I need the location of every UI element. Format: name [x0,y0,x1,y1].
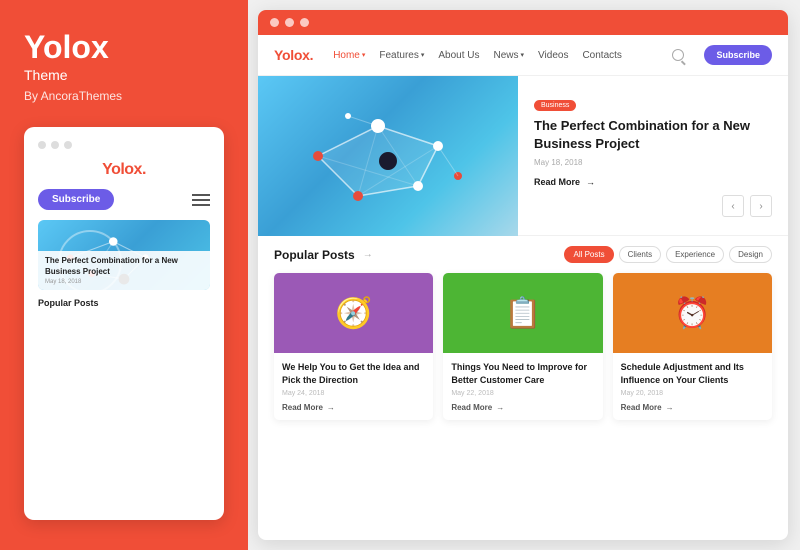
hero-next-arrow[interactable]: › [750,195,772,217]
mobile-subscribe-button[interactable]: Subscribe [38,189,114,210]
brand-name: Yolox [24,30,224,65]
nav-logo: Yolox. [274,47,313,63]
post-card-2: 📋 Things You Need to Improve for Better … [443,273,602,419]
nav-link-features[interactable]: Features ▾ [379,50,424,61]
filter-experience[interactable]: Experience [666,246,724,263]
post-meta-2: May 22, 2018 [451,390,594,397]
chevron-down-icon: ▾ [362,51,366,59]
mobile-popular-label: Popular Posts [38,298,210,308]
brand-subtitle: Theme [24,67,224,83]
popular-title: Popular Posts [274,248,355,262]
clipboard-icon: 📋 [504,296,541,331]
mobile-hero-meta: May 18, 2018 [45,279,203,285]
hero-meta: May 18, 2018 [534,158,772,167]
mobile-logo: Yolox. [38,161,210,179]
search-icon[interactable] [672,49,684,61]
mobile-titlebar-dots [38,141,210,149]
hero-badge: Business [534,100,576,111]
navigation-bar: Yolox. Home ▾ Features ▾ About Us News ▾… [258,35,788,76]
post-title-1: We Help You to Get the Idea and Pick the… [282,361,425,385]
hero-card: Business The Perfect Combination for a N… [518,76,788,236]
right-panel: Yolox. Home ▾ Features ▾ About Us News ▾… [248,0,800,550]
arrow-right-icon: → [327,403,335,412]
hero-readmore-text: Read More [534,177,580,187]
hero-section: Business The Perfect Combination for a N… [258,76,788,236]
mobile-hero-title: The Perfect Combination for a New Busine… [45,256,203,277]
mobile-subscribe-row: Subscribe [38,189,210,210]
hero-network-svg [258,76,518,236]
hero-readmore-link[interactable]: Read More → [534,177,772,187]
hamburger-line-3 [192,204,210,206]
brand-title: Yolox Theme By AncoraThemes [24,30,224,103]
mobile-mockup: Yolox. Subscribe [24,127,224,520]
compass-icon: 🧭 [335,296,372,331]
clock-icon: ⏰ [674,296,711,331]
hero-prev-arrow[interactable]: ‹ [722,195,744,217]
post-body-3: Schedule Adjustment and Its Influence on… [613,353,772,419]
post-title-3: Schedule Adjustment and Its Influence on… [621,361,764,385]
nav-logo-dot: . [310,47,314,63]
hero-title: The Perfect Combination for a New Busine… [534,117,772,153]
dot-3 [64,141,72,149]
chevron-down-icon: ▾ [521,51,525,59]
nav-link-about[interactable]: About Us [438,50,479,61]
post-card-1: 🧭 We Help You to Get the Idea and Pick t… [274,273,433,419]
filter-all-posts[interactable]: All Posts [564,246,613,263]
post-thumb-3: ⏰ [613,273,772,353]
post-readmore-3[interactable]: Read More → [621,403,764,412]
post-title-2: Things You Need to Improve for Better Cu… [451,361,594,385]
dot-1 [38,141,46,149]
post-readmore-1[interactable]: Read More → [282,403,425,412]
hero-image [258,76,518,236]
posts-grid: 🧭 We Help You to Get the Idea and Pick t… [274,273,772,419]
nav-links: Home ▾ Features ▾ About Us News ▾ Videos… [333,50,652,61]
filter-design[interactable]: Design [729,246,772,263]
popular-filters: All Posts Clients Experience Design [564,246,772,263]
post-readmore-2[interactable]: Read More → [451,403,594,412]
browser-titlebar [258,10,788,35]
post-meta-1: May 24, 2018 [282,390,425,397]
chevron-down-icon: ▾ [421,51,425,59]
mobile-hero-image: The Perfect Combination for a New Busine… [38,220,210,290]
arrow-right-icon: → [496,403,504,412]
nav-subscribe-button[interactable]: Subscribe [704,45,772,65]
nav-logo-text: Yolox [274,47,310,63]
browser-content: Yolox. Home ▾ Features ▾ About Us News ▾… [258,35,788,540]
arrow-right-icon: → [586,177,595,187]
browser-dot-1 [270,18,279,27]
browser-window: Yolox. Home ▾ Features ▾ About Us News ▾… [258,10,788,540]
hero-navigation-arrows: ‹ › [534,195,772,217]
filter-clients[interactable]: Clients [619,246,661,263]
brand-by: By AncoraThemes [24,89,224,103]
browser-dot-3 [300,18,309,27]
nav-link-contacts[interactable]: Contacts [582,50,621,61]
popular-title-row: Popular Posts → [274,248,373,262]
mobile-hero-overlay: The Perfect Combination for a New Busine… [38,251,210,290]
post-meta-3: May 20, 2018 [621,390,764,397]
hamburger-icon[interactable] [192,194,210,206]
popular-section: Popular Posts → All Posts Clients Experi… [258,236,788,540]
hamburger-line-1 [192,194,210,196]
mobile-logo-text: Yolox [102,161,142,178]
post-body-2: Things You Need to Improve for Better Cu… [443,353,602,419]
arrow-right-icon: → [666,403,674,412]
nav-link-videos[interactable]: Videos [538,50,568,61]
popular-header: Popular Posts → All Posts Clients Experi… [274,246,772,263]
hamburger-line-2 [192,199,210,201]
nav-link-home[interactable]: Home ▾ [333,50,365,61]
mobile-logo-dot: . [142,161,146,178]
nav-link-news[interactable]: News ▾ [494,50,525,61]
browser-dot-2 [285,18,294,27]
popular-arrow-icon: → [363,249,373,260]
post-card-3: ⏰ Schedule Adjustment and Its Influence … [613,273,772,419]
dot-2 [51,141,59,149]
left-panel: Yolox Theme By AncoraThemes Yolox. Subsc… [0,0,248,550]
post-thumb-1: 🧭 [274,273,433,353]
post-thumb-2: 📋 [443,273,602,353]
post-body-1: We Help You to Get the Idea and Pick the… [274,353,433,419]
